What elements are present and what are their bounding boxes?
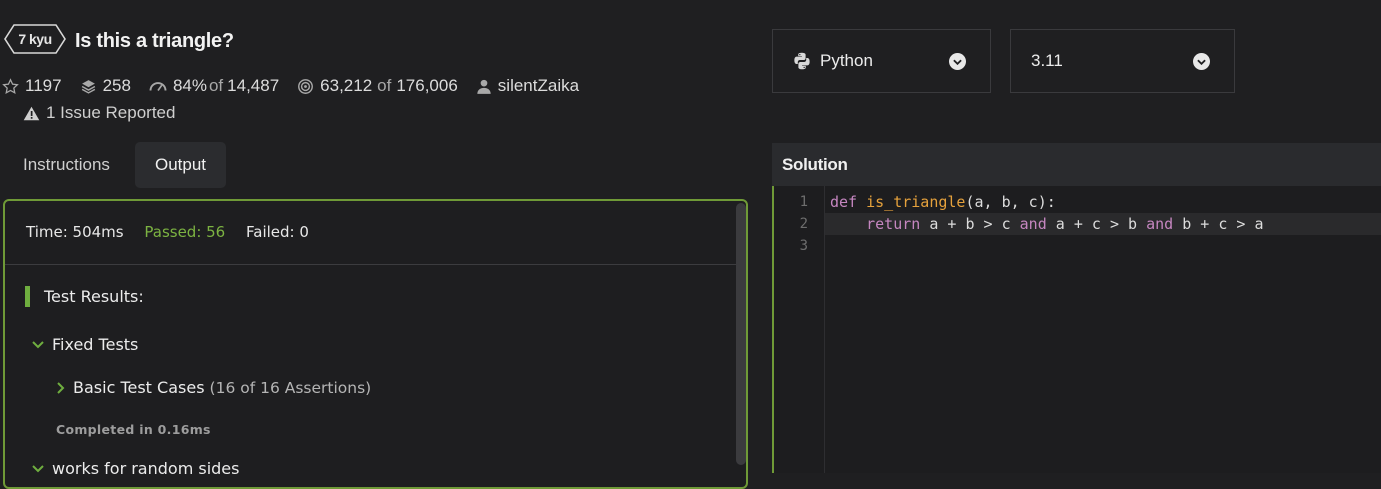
code-line-2[interactable]: return a + b > c and a + c > b and b + c… [830,215,1264,233]
author-stat[interactable]: silentZaika [476,76,579,96]
group-label: works for random sides [52,459,240,478]
language-select[interactable]: Python [772,29,991,93]
chevron-down-icon [949,53,966,70]
satisfaction-stat: 84% of 14,487 [149,76,279,96]
expr-3: b + c > a [1173,215,1264,233]
version-select[interactable]: 3.11 [1010,29,1235,93]
target-icon [297,78,314,95]
stars-stat[interactable]: 1197 [2,76,62,96]
language-value: Python [820,51,873,70]
summary-divider [5,264,740,265]
attempted-count: 176,006 [396,76,458,95]
failed-label: Failed: 0 [246,223,309,241]
collections-count: 258 [102,76,131,95]
votes-count: 14,487 [227,76,280,95]
line-gutter: 1 2 3 [774,186,825,473]
line-number: 3 [799,238,808,254]
version-value: 3.11 [1031,51,1063,70]
keyword-def: def [830,193,858,211]
tab-instructions[interactable]: Instructions [3,142,130,188]
keyword-and: and [1146,215,1174,233]
python-icon [793,52,811,70]
passed-label: Passed: 56 [144,223,226,241]
issues-link[interactable]: 1 Issue Reported [23,103,175,123]
solution-header: Solution [772,143,1381,186]
chevron-down-icon [32,464,44,473]
chevron-right-icon [57,381,65,394]
chevron-down-icon [32,340,44,349]
group-label: Basic Test Cases [73,378,205,397]
keyword-return: return [866,215,921,233]
assertion-count: (16 of 16 Assertions) [209,378,372,397]
kyu-rank-badge: 7 kyu [4,24,66,54]
completed-of: of [377,76,392,95]
output-scrollbar[interactable] [736,203,746,465]
output-panel: Time: 504ms Passed: 56 Failed: 0 Test Re… [3,199,748,489]
star-icon [2,77,19,95]
kata-title: Is this a triangle? [75,30,234,52]
group-basic-test-cases[interactable]: Basic Test Cases (16 of 16 Assertions) [57,378,371,397]
results-accent-bar [25,286,30,307]
user-icon [476,78,492,95]
group-fixed-tests[interactable]: Fixed Tests [32,335,138,354]
function-name: is_triangle [866,193,966,211]
satisfaction-percent: 84% [172,76,207,95]
chevron-down-icon [1193,53,1210,70]
collections-stat[interactable]: 258 [80,76,131,96]
kata-stats: 1197 258 84% of 14,487 63,212 of 176,006… [2,75,597,97]
expr-1: a + b > c [920,215,1020,233]
code-editor[interactable]: 1 2 3 def is_triangle(a, b, c): return a… [772,186,1381,473]
completed-stat: 63,212 of 176,006 [297,76,458,96]
gauge-icon [149,79,167,93]
time-label: Time: 504ms [26,223,124,241]
stars-count: 1197 [25,76,62,95]
issues-label: 1 Issue Reported [46,103,176,122]
warning-icon [23,106,40,121]
layers-icon [80,78,97,95]
function-params: (a, b, c): [965,193,1056,211]
test-summary: Time: 504ms Passed: 56 Failed: 0 [26,223,325,241]
code-line-1[interactable]: def is_triangle(a, b, c): [830,193,1056,211]
kyu-rank-label: 7 kyu [18,31,52,47]
expr-2: a + c > b [1046,215,1147,233]
author-name[interactable]: silentZaika [498,76,579,96]
test-results-heading: Test Results: [44,287,144,306]
line-number: 1 [799,194,808,210]
line-number: 2 [799,216,808,232]
keyword-and: and [1019,215,1047,233]
completed-count: 63,212 [320,76,373,95]
completed-time: Completed in 0.16ms [56,422,211,437]
satisfaction-of: of [208,76,224,95]
tab-output[interactable]: Output [135,142,227,188]
group-random-sides[interactable]: works for random sides [32,459,239,478]
group-label: Fixed Tests [52,335,139,354]
